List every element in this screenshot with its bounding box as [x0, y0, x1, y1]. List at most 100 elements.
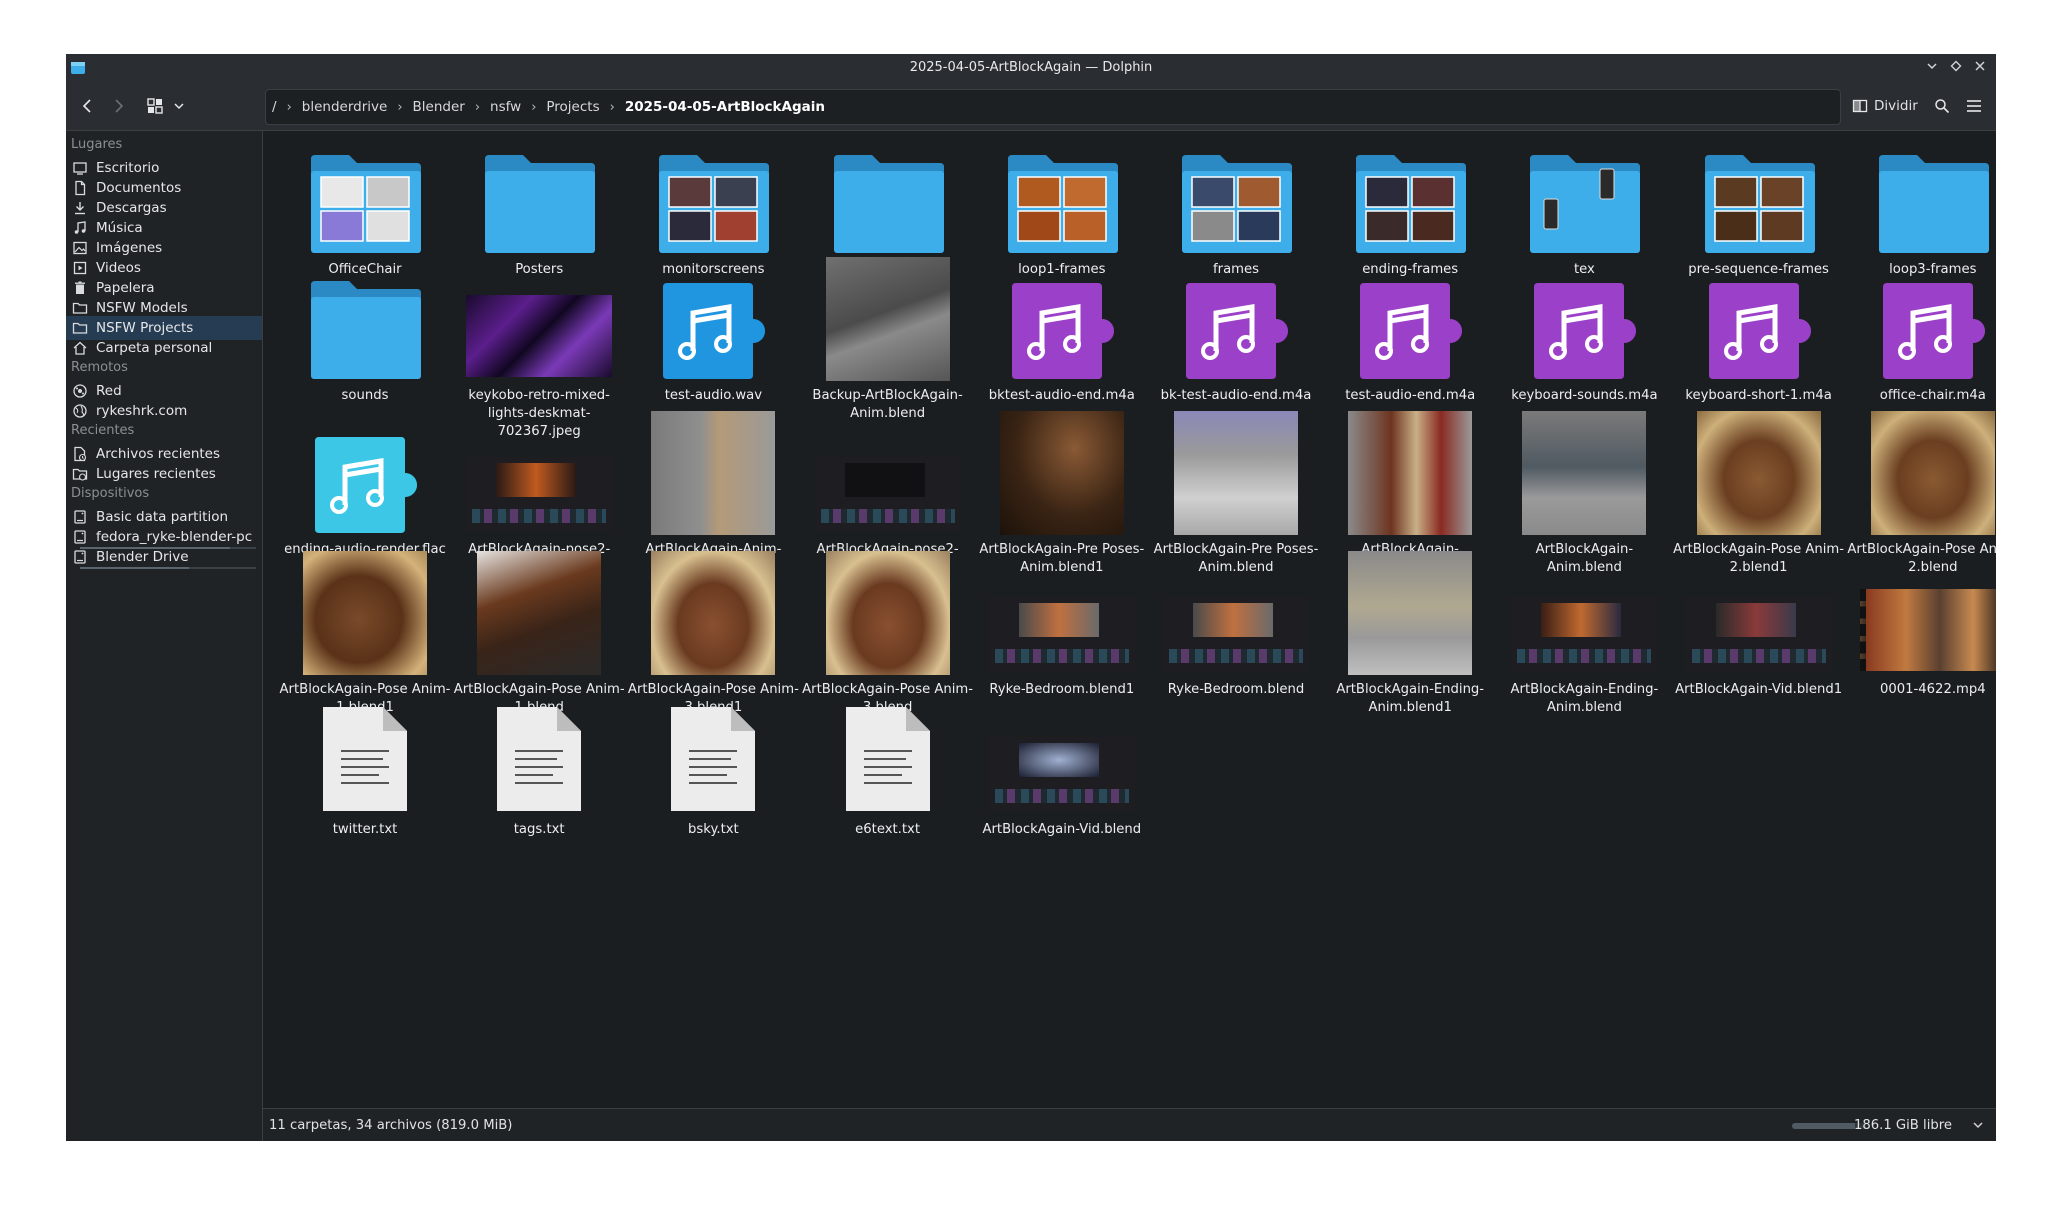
file-name: Ryke-Bedroom.blend — [1167, 682, 1305, 697]
breadcrumb-item[interactable]: blenderdrive — [296, 99, 394, 115]
file-name: ArtBlockAgain-Vid.blend — [982, 822, 1142, 837]
device-capacity-bar — [80, 567, 256, 569]
globe-icon — [71, 402, 89, 420]
trash-icon — [71, 279, 89, 297]
breadcrumb-current[interactable]: 2025-04-05-ArtBlockAgain — [619, 99, 831, 115]
sidebar-item-label: Videos — [96, 260, 141, 276]
breadcrumb-item[interactable]: Blender — [407, 99, 471, 115]
view-mode-dropdown[interactable] — [170, 92, 188, 120]
folder-icon — [279, 249, 451, 381]
sidebar-item-label: Carpeta personal — [96, 340, 213, 356]
folder-icon — [976, 123, 1148, 255]
sidebar-section-lugares[interactable]: Lugares — [71, 137, 122, 152]
sidebar-section-dispositivos[interactable]: Dispositivos — [71, 486, 149, 501]
render-thumbnail — [802, 249, 974, 381]
text-file-icon — [627, 683, 799, 815]
sidebar-item-rykeshrk-com[interactable]: rykeshrk.com — [66, 399, 262, 423]
sidebar-item-lugares-recientes[interactable]: Lugares recientes — [66, 462, 262, 486]
render-thumbnail — [627, 403, 799, 535]
menu-button[interactable] — [1961, 92, 1987, 120]
folder-icon — [802, 123, 974, 255]
sidebar-item-blender-drive[interactable]: Blender Drive — [66, 545, 262, 569]
render-thumbnail — [802, 543, 974, 675]
split-label: Dividir — [1874, 98, 1918, 114]
chevron-right-icon: › — [609, 99, 615, 115]
recent-files-icon — [71, 445, 89, 463]
sidebar-section-recientes[interactable]: Recientes — [71, 423, 134, 438]
render-thumbnail — [1673, 403, 1845, 535]
video-icon — [71, 259, 89, 277]
file-name: 0001-4622.mp4 — [1879, 682, 1986, 697]
home-icon — [71, 339, 89, 357]
split-button[interactable]: Dividir — [1852, 92, 1918, 120]
places-panel: Lugares Escritorio Documentos Descargas Músi… — [66, 131, 262, 1141]
sidebar-section-remotos[interactable]: Remotos — [71, 360, 128, 375]
folder-icon — [453, 123, 625, 255]
split-view-icon — [1852, 99, 1868, 113]
window-title: 2025-04-05-ArtBlockAgain — Dolphin — [909, 60, 1153, 75]
arrow-left-icon — [82, 99, 91, 113]
file-view[interactable]: OfficeChairPostersmonitorscreensloop2-fr… — [263, 131, 1996, 1108]
back-button[interactable] — [74, 92, 102, 120]
folder-icon — [1673, 123, 1845, 255]
download-icon — [71, 199, 89, 217]
minimize-icon[interactable] — [1920, 54, 1944, 82]
blend-file-thumbnail — [1498, 543, 1670, 675]
blend-file-thumbnail — [976, 683, 1148, 815]
chevron-right-icon: › — [286, 99, 292, 115]
folder-icon — [1847, 123, 1996, 255]
folder-icon — [627, 123, 799, 255]
search-icon — [1935, 99, 1950, 114]
sidebar-item-label: NSFW Models — [96, 300, 188, 316]
status-summary: 11 carpetas, 34 archivos (819.0 MiB) — [269, 1118, 513, 1133]
recent-places-icon — [71, 465, 89, 483]
document-icon — [71, 179, 89, 197]
render-thumbnail — [1498, 403, 1670, 535]
network-icon — [71, 382, 89, 400]
audio-file-icon — [1150, 249, 1322, 381]
sidebar-item-label: Lugares recientes — [96, 466, 216, 482]
chevron-right-icon: › — [474, 99, 481, 115]
close-icon[interactable] — [1968, 54, 1992, 82]
forward-button[interactable] — [104, 92, 132, 120]
breadcrumb-item[interactable]: Projects — [540, 99, 605, 115]
free-space-label[interactable]: 186.1 GiB libre — [1854, 1109, 1952, 1141]
render-thumbnail — [1324, 543, 1496, 675]
text-file-icon — [453, 683, 625, 815]
file-name: tags.txt — [513, 822, 565, 837]
render-thumbnail — [279, 543, 451, 675]
file-name: e6text.txt — [855, 822, 921, 837]
breadcrumb[interactable]: / › blenderdrive › Blender › nsfw › Proj… — [265, 89, 1841, 125]
sidebar-item-label: Blender Drive — [96, 549, 189, 565]
file-name: ArtBlockAgain-Ending-Anim.blend — [1510, 682, 1659, 715]
video-thumbnail — [1847, 543, 1996, 675]
disk-usage-fill — [1792, 1123, 1855, 1129]
breadcrumb-root[interactable]: / — [266, 99, 283, 115]
maximize-icon[interactable] — [1944, 54, 1968, 82]
blend-file-thumbnail — [453, 403, 625, 535]
file-name: bsky.txt — [688, 822, 739, 837]
hamburger-menu-icon — [1967, 100, 1981, 112]
breadcrumb-item[interactable]: nsfw — [484, 99, 527, 115]
desktop-icon — [71, 159, 89, 177]
render-thumbnail — [1324, 403, 1496, 535]
chevron-down-icon[interactable] — [1972, 1119, 1984, 1131]
title-bar: 2025-04-05-ArtBlockAgain — Dolphin — [66, 54, 1996, 82]
image-thumbnail — [453, 249, 625, 381]
audio-file-icon — [627, 249, 799, 381]
arrow-right-icon — [115, 99, 124, 113]
folder-icon — [1324, 123, 1496, 255]
music-icon — [71, 219, 89, 237]
blend-file-thumbnail — [1150, 543, 1322, 675]
sidebar-item-carpeta-personal[interactable]: Carpeta personal — [66, 336, 262, 360]
render-thumbnail — [627, 543, 799, 675]
sidebar-item-label: rykeshrk.com — [96, 403, 188, 419]
audio-file-icon — [1673, 249, 1845, 381]
sidebar-item-label: Imágenes — [96, 240, 163, 256]
audio-file-icon — [279, 403, 451, 535]
search-button[interactable] — [1929, 92, 1955, 120]
sidebar-item-label: Descargas — [96, 200, 167, 216]
blend-file-thumbnail — [1673, 543, 1845, 675]
blend-file-thumbnail — [802, 403, 974, 535]
view-mode-button[interactable] — [142, 92, 168, 120]
